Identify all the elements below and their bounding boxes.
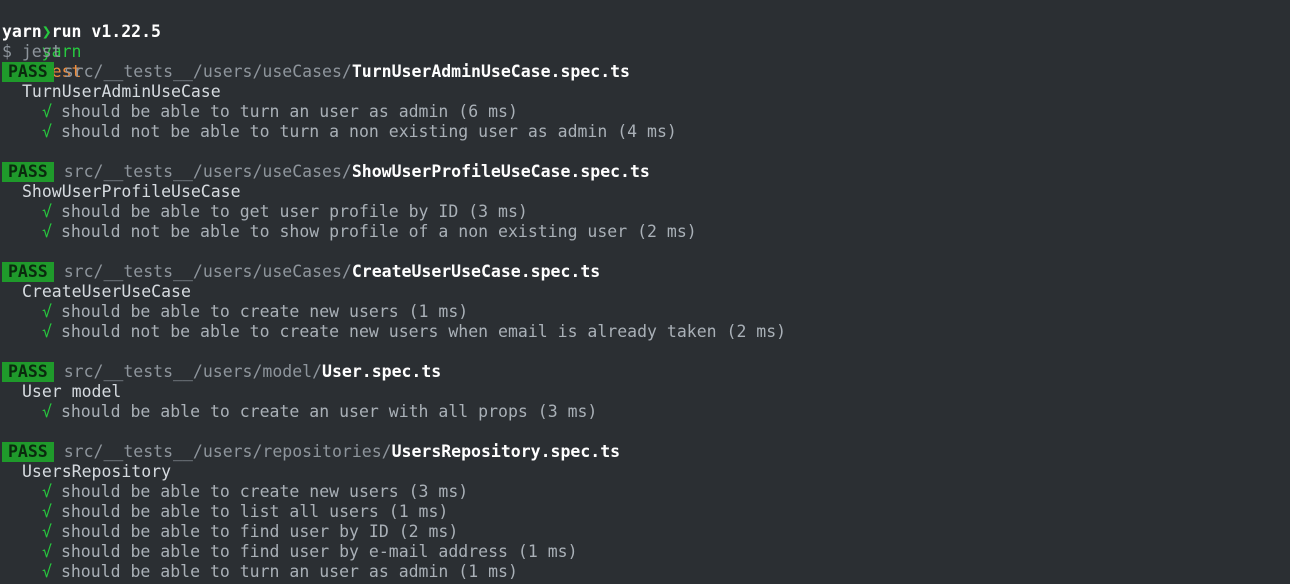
test-case-label: should be able to find user by e-mail ad…: [60, 542, 578, 561]
test-case-row: √ should be able to turn an user as admin…: [2, 562, 1290, 582]
check-icon: √: [42, 502, 52, 521]
pass-badge: PASS: [2, 262, 54, 282]
pass-badge: PASS: [2, 62, 54, 82]
spec-file-name: TurnUserAdminUseCase.spec.ts: [351, 62, 630, 81]
test-case-row: √ should be able to create new users (3 m…: [2, 482, 1290, 502]
test-case-label: should be able to turn an user as admin …: [60, 102, 518, 121]
test-case-label: should be able to create an user with al…: [60, 402, 598, 421]
test-case-row: √ should be able to list all users (1 ms): [2, 502, 1290, 522]
test-case-label: should not be able to show profile of a …: [60, 222, 697, 241]
check-icon: √: [42, 542, 52, 561]
test-case-label: should be able to turn an user as admin …: [60, 562, 518, 581]
check-icon: √: [42, 102, 52, 121]
spec-path-prefix: src/__tests__/users/repositories/: [63, 442, 392, 461]
spec-path-prefix: src/__tests__/users/useCases/: [63, 62, 352, 81]
test-case-label: should not be able to create new users w…: [60, 322, 787, 341]
test-case-label: should be able to create new users (3 ms…: [60, 482, 469, 501]
pass-badge: PASS: [2, 362, 54, 382]
test-case-row: √ should not be able to turn a non existi…: [2, 122, 1290, 142]
check-icon: √: [42, 562, 52, 581]
check-icon: √: [42, 402, 52, 421]
suite-header: PASS src/__tests__/users/model/User.spec.…: [2, 362, 1290, 382]
spec-file-name: UsersRepository.spec.ts: [391, 442, 621, 461]
spec-file-name: ShowUserProfileUseCase.spec.ts: [351, 162, 650, 181]
test-case-row: √ should be able to turn an user as admin…: [2, 102, 1290, 122]
test-case-label: should be able to get user profile by ID…: [60, 202, 528, 221]
pass-badge: PASS: [2, 162, 54, 182]
test-case-row: √ should not be able to show profile of a…: [2, 222, 1290, 242]
suite-header: PASS src/__tests__/users/useCases/CreateU…: [2, 262, 1290, 282]
test-case-row: √ should be able to create new users (1 m…: [2, 302, 1290, 322]
test-case-label: should be able to list all users (1 ms): [60, 502, 449, 521]
spec-path-prefix: src/__tests__/users/model/: [63, 362, 323, 381]
check-icon: √: [42, 322, 52, 341]
suite-header: PASS src/__tests__/users/useCases/ShowUse…: [2, 162, 1290, 182]
describe-block-name: User model: [22, 382, 122, 401]
check-icon: √: [42, 302, 52, 321]
check-icon: √: [42, 202, 52, 221]
test-case-row: √ should not be able to create new users …: [2, 322, 1290, 342]
test-case-row: √ should be able to get user profile by I…: [2, 202, 1290, 222]
spec-path-prefix: src/__tests__/users/useCases/: [63, 162, 352, 181]
check-icon: √: [42, 522, 52, 541]
test-case-label: should not be able to turn a non existin…: [60, 122, 677, 141]
spec-file-name: User.spec.ts: [322, 362, 442, 381]
suite-header: PASS src/__tests__/users/useCases/TurnUse…: [2, 62, 1290, 82]
describe-block-name: UsersRepository: [22, 462, 172, 481]
check-icon: √: [42, 482, 52, 501]
test-case-row: √ should be able to create an user with a…: [2, 402, 1290, 422]
check-icon: √: [42, 122, 52, 141]
test-case-row: √ should be able to find user by ID (2 ms…: [2, 522, 1290, 542]
suite-header: PASS src/__tests__/users/repositories/Use…: [2, 442, 1290, 462]
check-icon: √: [42, 222, 52, 241]
yarn-version-line: yarn run v1.22.5: [2, 22, 161, 41]
describe-block-name: CreateUserUseCase: [22, 282, 191, 301]
describe-block-name: ShowUserProfileUseCase: [22, 182, 241, 201]
test-case-label: should be able to find user by ID (2 ms): [60, 522, 459, 541]
pass-badge: PASS: [2, 442, 54, 462]
test-case-label: should be able to create new users (1 ms…: [60, 302, 469, 321]
terminal-window[interactable]: ❯ yarn test yarn run v1.22.5 $ jest PASS…: [0, 0, 1290, 584]
spec-file-name: CreateUserUseCase.spec.ts: [351, 262, 601, 281]
describe-block-name: TurnUserAdminUseCase: [22, 82, 221, 101]
spec-path-prefix: src/__tests__/users/useCases/: [63, 262, 352, 281]
test-results: PASS src/__tests__/users/useCases/TurnUse…: [2, 62, 1290, 582]
jest-exec-line: $ jest: [2, 42, 62, 61]
command-line: ❯ yarn test: [2, 2, 1290, 81]
test-case-row: √ should be able to find user by e-mail a…: [2, 542, 1290, 562]
